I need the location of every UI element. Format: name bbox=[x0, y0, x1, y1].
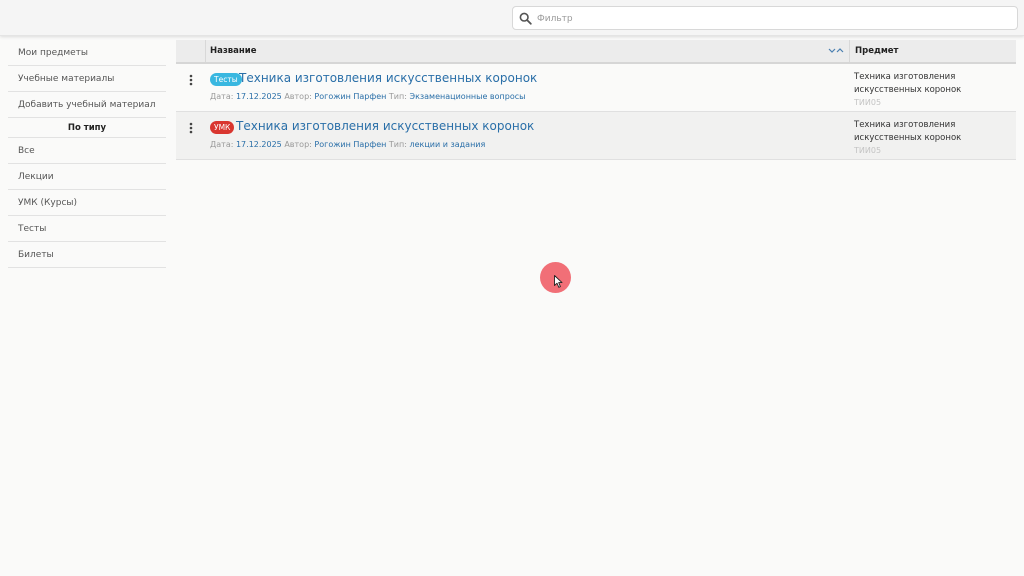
sidebar-item-lectures[interactable]: Лекции bbox=[8, 164, 166, 190]
type-badge-umk: УМК bbox=[210, 121, 235, 134]
table-row: Тесты Техника изготовления искусственных… bbox=[176, 64, 1016, 112]
author-link[interactable]: Рогожин Парфен bbox=[314, 140, 386, 149]
mouse-pointer-icon bbox=[554, 275, 563, 288]
type-label: Тип: bbox=[388, 140, 407, 149]
sidebar-item-add-material[interactable]: Добавить учебный материал bbox=[8, 92, 166, 118]
row-menu-icon[interactable] bbox=[185, 74, 197, 86]
date-label: Дата: bbox=[210, 92, 234, 101]
row-menu-icon[interactable] bbox=[185, 122, 197, 134]
sidebar-item-all[interactable]: Все bbox=[8, 138, 166, 164]
author-label: Автор: bbox=[284, 92, 312, 101]
material-meta: Дата: 17.12.2025 Автор: Рогожин Парфен Т… bbox=[210, 92, 525, 101]
sort-toggle-icon[interactable] bbox=[827, 45, 845, 57]
search-icon bbox=[519, 12, 532, 25]
author-label: Автор: bbox=[284, 140, 312, 149]
materials-table: Название Предмет Тесты Техника изготовле… bbox=[176, 40, 1016, 160]
material-meta: Дата: 17.12.2025 Автор: Рогожин Парфен Т… bbox=[210, 140, 485, 149]
filter-input[interactable] bbox=[537, 10, 1007, 27]
column-header-name[interactable]: Название bbox=[210, 46, 257, 56]
date-label: Дата: bbox=[210, 140, 234, 149]
table-header: Название Предмет bbox=[176, 40, 1016, 64]
sidebar-item-tests[interactable]: Тесты bbox=[8, 216, 166, 242]
top-bar bbox=[0, 0, 1024, 36]
material-title-link[interactable]: Техника изготовления искусственных корон… bbox=[236, 119, 534, 133]
subject-code: ТИИ05 bbox=[854, 98, 882, 107]
sidebar-section-title: По типу bbox=[8, 118, 166, 138]
header-menu-column bbox=[176, 40, 206, 62]
subject-name: Техника изготовления искусственных корон… bbox=[854, 72, 962, 95]
type-label: Тип: bbox=[388, 92, 407, 101]
type-link[interactable]: Экзаменационные вопросы bbox=[409, 92, 525, 101]
subject-name: Техника изготовления искусственных корон… bbox=[854, 120, 962, 143]
type-badge-tests: Тесты bbox=[210, 73, 242, 86]
date-link[interactable]: 17.12.2025 bbox=[236, 92, 282, 101]
material-title-link[interactable]: Техника изготовления искусственных корон… bbox=[239, 71, 537, 85]
type-link[interactable]: лекции и задания bbox=[409, 140, 485, 149]
sidebar-item-learning-materials[interactable]: Учебные материалы bbox=[8, 66, 166, 92]
column-header-subject[interactable]: Предмет bbox=[849, 40, 1016, 62]
sidebar-item-courses[interactable]: УМК (Курсы) bbox=[8, 190, 166, 216]
subject-code: ТИИ05 bbox=[854, 146, 882, 155]
sidebar: Мои предметы Учебные материалы Добавить … bbox=[8, 40, 166, 268]
sidebar-item-my-subjects[interactable]: Мои предметы bbox=[8, 40, 166, 66]
date-link[interactable]: 17.12.2025 bbox=[236, 140, 282, 149]
author-link[interactable]: Рогожин Парфен bbox=[314, 92, 386, 101]
filter-search-box[interactable] bbox=[512, 6, 1018, 30]
table-row: УМК Техника изготовления искусственных к… bbox=[176, 112, 1016, 160]
sidebar-item-tickets[interactable]: Билеты bbox=[8, 242, 166, 268]
